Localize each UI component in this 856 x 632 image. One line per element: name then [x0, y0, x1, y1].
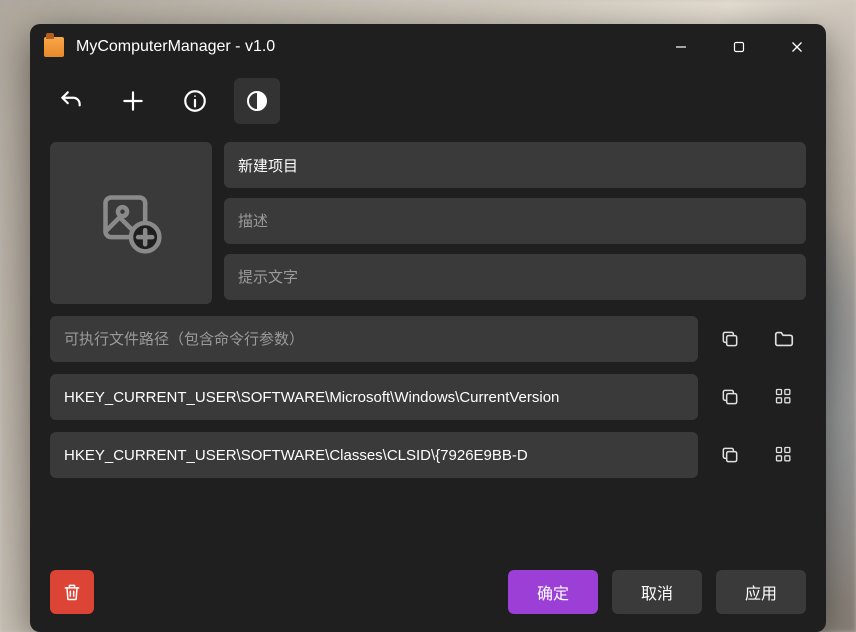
exe-row	[50, 316, 806, 362]
regedit-icon	[774, 387, 794, 407]
exe-copy-button[interactable]	[708, 316, 752, 362]
exe-browse-button[interactable]	[762, 316, 806, 362]
reg2-open-button[interactable]	[762, 432, 806, 478]
info-button[interactable]	[172, 78, 218, 124]
undo-button[interactable]	[48, 78, 94, 124]
delete-button[interactable]	[50, 570, 94, 614]
window-title: MyComputerManager - v1.0	[76, 38, 275, 56]
add-button[interactable]	[110, 78, 156, 124]
plus-icon	[120, 88, 146, 114]
registry-path-2-input[interactable]	[50, 432, 698, 478]
contrast-icon	[245, 89, 269, 113]
name-input[interactable]	[224, 142, 806, 188]
reg2-row	[50, 432, 806, 478]
tooltip-input[interactable]	[224, 254, 806, 300]
add-image-icon	[97, 189, 165, 257]
ok-button[interactable]: 确定	[508, 570, 598, 614]
regedit-icon	[774, 445, 794, 465]
reg2-copy-button[interactable]	[708, 432, 752, 478]
copy-icon	[720, 445, 740, 465]
copy-icon	[720, 329, 740, 349]
content-area	[30, 132, 826, 494]
info-icon	[182, 88, 208, 114]
bottom-bar: 确定 取消 应用	[30, 570, 826, 632]
registry-path-1-input[interactable]	[50, 374, 698, 420]
folder-icon	[773, 328, 795, 350]
undo-icon	[58, 88, 84, 114]
reg1-open-button[interactable]	[762, 374, 806, 420]
minimize-icon	[675, 41, 687, 53]
titlebar: MyComputerManager - v1.0	[30, 24, 826, 70]
trash-icon	[62, 582, 82, 602]
toolbar	[30, 70, 826, 132]
exe-path-input[interactable]	[50, 316, 698, 362]
theme-toggle-button[interactable]	[234, 78, 280, 124]
reg1-copy-button[interactable]	[708, 374, 752, 420]
close-button[interactable]	[768, 24, 826, 70]
close-icon	[791, 41, 803, 53]
reg1-row	[50, 374, 806, 420]
maximize-button[interactable]	[710, 24, 768, 70]
app-icon	[44, 37, 64, 57]
apply-button[interactable]: 应用	[716, 570, 806, 614]
top-row	[50, 142, 806, 304]
maximize-icon	[733, 41, 745, 53]
icon-picker[interactable]	[50, 142, 212, 304]
app-window: MyComputerManager - v1.0	[30, 24, 826, 632]
text-fields	[224, 142, 806, 304]
minimize-button[interactable]	[652, 24, 710, 70]
description-input[interactable]	[224, 198, 806, 244]
copy-icon	[720, 387, 740, 407]
window-controls	[652, 24, 826, 70]
cancel-button[interactable]: 取消	[612, 570, 702, 614]
